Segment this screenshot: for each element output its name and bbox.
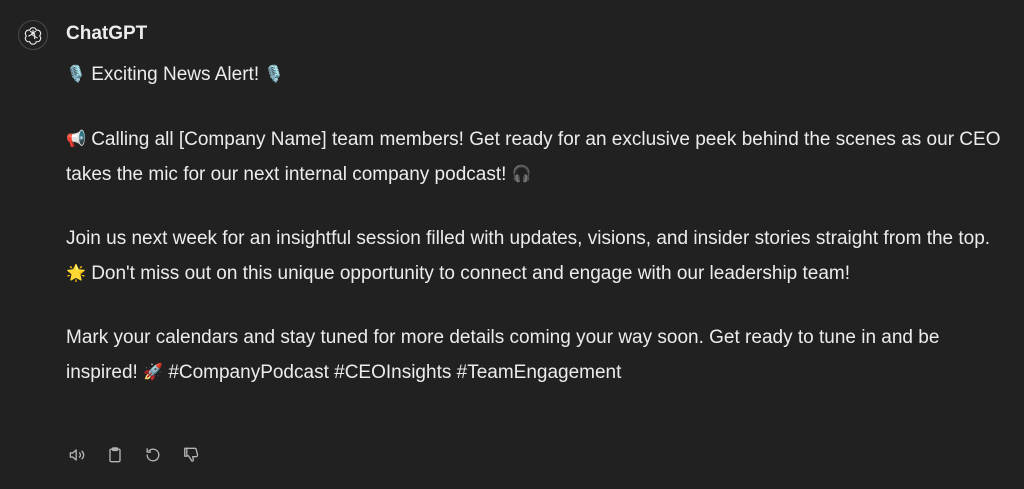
bad-response-button[interactable] [178, 442, 204, 468]
paragraph-text: Exciting News Alert! [91, 64, 260, 85]
thumbs-down-icon [184, 447, 199, 462]
avatar [18, 20, 48, 50]
message-actions [64, 442, 204, 468]
megaphone-emoji: 📢 [66, 129, 86, 148]
clipboard-icon [109, 447, 121, 463]
assistant-message: ChatGPT 🎙️ Exciting News Alert! 🎙️ 📢 Cal… [0, 0, 1024, 489]
paragraph-text: Join us next week for an insightful sess… [66, 228, 991, 249]
paragraph-text: Calling all [Company Name] team members!… [66, 129, 1001, 185]
message-content: 🎙️ Exciting News Alert! 🎙️ 📢 Calling all… [66, 57, 1006, 390]
speaker-icon [69, 449, 85, 461]
message-paragraph: 📢 Calling all [Company Name] team member… [66, 122, 1006, 192]
message-paragraph: Mark your calendars and stay tuned for m… [66, 321, 1006, 390]
hashtags: #CompanyPodcast #CEOInsights #TeamEngage… [168, 362, 622, 383]
microphone-emoji: 🎙️ [264, 64, 285, 83]
rocket-emoji: 🚀 [143, 362, 164, 381]
read-aloud-button[interactable] [64, 442, 90, 468]
paragraph-text: Don't miss out on this unique opportunit… [91, 263, 851, 284]
microphone-emoji: 🎙️ [66, 64, 86, 83]
message-paragraph: Join us next week for an insightful sess… [66, 222, 1006, 291]
headphones-emoji: 🎧 [511, 164, 532, 183]
regenerate-icon [146, 448, 160, 462]
copy-button[interactable] [102, 442, 128, 468]
message-author: ChatGPT [66, 23, 148, 44]
star-emoji: 🌟 [66, 263, 86, 282]
regenerate-button[interactable] [140, 442, 166, 468]
openai-logo-icon [24, 27, 42, 45]
message-paragraph: 🎙️ Exciting News Alert! 🎙️ [66, 57, 1006, 92]
